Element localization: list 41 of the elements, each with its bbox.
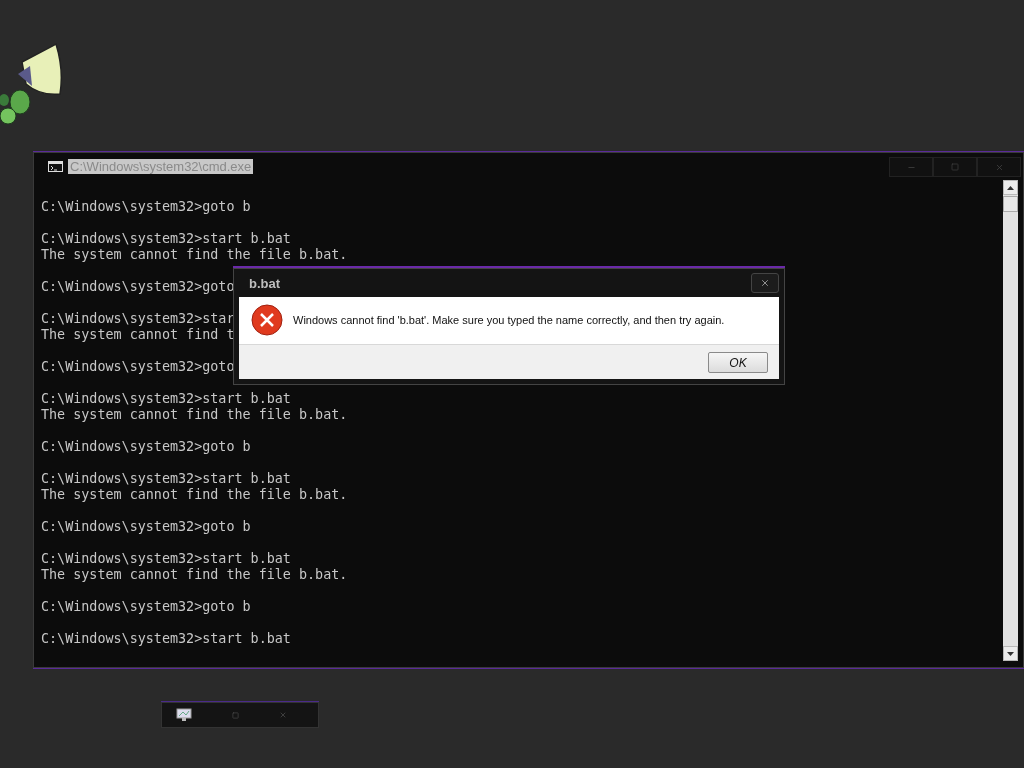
scrollbar[interactable] <box>1003 180 1018 661</box>
console-line: C:\Windows\system32>star <box>41 311 235 327</box>
console-line: The system cannot find t <box>41 327 235 343</box>
dialog-title: b.bat <box>248 275 281 291</box>
console-line: C:\Windows\system32>start b.bat <box>41 551 291 567</box>
console-line: C:\Windows\system32>goto b <box>41 199 251 215</box>
console-line: C:\Windows\system32>goto b <box>41 439 251 455</box>
console-line: The system cannot find the file b.bat. <box>41 247 348 263</box>
close-button[interactable] <box>279 711 287 719</box>
console-line: C:\Windows\system32>goto b <box>41 599 251 615</box>
close-icon <box>279 711 287 719</box>
maximize-icon <box>951 163 959 171</box>
restore-icon <box>232 711 239 719</box>
scroll-thumb[interactable] <box>1003 196 1018 212</box>
monitor-icon <box>176 708 192 722</box>
close-button[interactable] <box>751 273 779 293</box>
console-line: The system cannot find the file b.bat. <box>41 567 348 583</box>
close-icon <box>760 278 770 288</box>
console-line: C:\Windows\system32>start b.bat <box>41 231 291 247</box>
window-title: C:\Windows\system32\cmd.exe <box>68 158 254 174</box>
console-line: C:\Windows\system32>goto <box>41 279 235 295</box>
close-icon <box>994 162 1004 172</box>
error-icon <box>251 304 283 336</box>
ok-button[interactable]: OK <box>708 352 768 373</box>
maximize-button[interactable] <box>933 157 977 177</box>
scroll-down-button[interactable] <box>1003 646 1018 661</box>
console-line: C:\Windows\system32>start b.bat <box>41 631 291 647</box>
console-line: C:\Windows\system32>start b.bat <box>41 391 291 407</box>
console-line: C:\Windows\system32>start b.bat <box>41 471 291 487</box>
restore-button[interactable] <box>232 711 239 719</box>
minimize-button[interactable] <box>889 157 933 177</box>
minimized-window[interactable] <box>161 702 319 728</box>
console-icon <box>48 160 63 172</box>
console-line: The system cannot find the file b.bat. <box>41 487 348 503</box>
up-arrow-icon <box>1007 185 1014 190</box>
console-line: The system cannot find the file b.bat. <box>41 407 348 423</box>
scroll-up-button[interactable] <box>1003 180 1018 195</box>
console-line: C:\Windows\system32>goto <box>41 359 235 375</box>
down-arrow-icon <box>1007 651 1014 656</box>
console-line: C:\Windows\system32>goto b <box>41 519 251 535</box>
error-message: Windows cannot find 'b.bat'. Make sure you typed the name correctly, and then try again. <box>293 314 725 326</box>
